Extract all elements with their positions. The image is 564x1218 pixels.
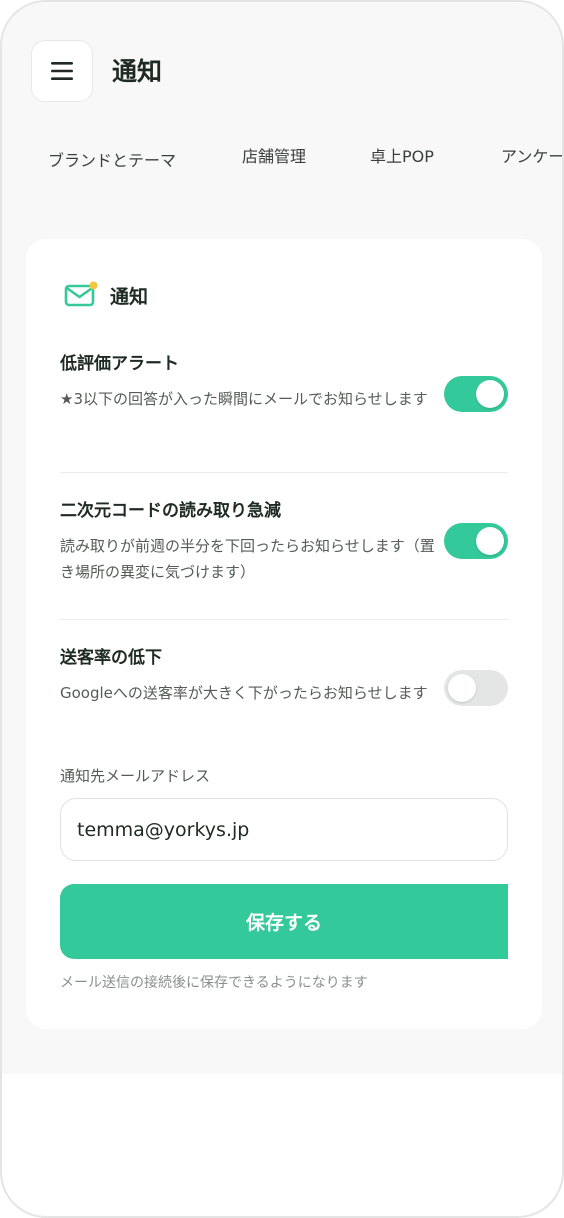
tab-store-management[interactable]: 店舗管理 xyxy=(242,146,306,168)
tab-table-pop[interactable]: 卓上POP xyxy=(370,146,434,168)
toggle-knob xyxy=(448,674,476,702)
setting-qr-scan-drop: 二次元コードの読み取り急減 読み取りが前週の半分を下回ったらお知らせします（置き… xyxy=(60,499,508,585)
setting-description: Googleへの送客率が大きく下がったらお知らせします xyxy=(60,684,428,702)
notification-card: 通知 低評価アラート ★3以下の回答が入った瞬間にメールでお知らせします 二次元… xyxy=(26,239,542,1029)
qr-scan-drop-toggle[interactable] xyxy=(444,523,508,559)
phone-frame: 通知 ブランドとテーマ 店舗管理 卓上POP アンケート 通知 低評価アラート … xyxy=(0,0,564,1218)
referral-rate-drop-toggle[interactable] xyxy=(444,670,508,706)
page-title: 通知 xyxy=(112,57,163,86)
setting-title: 送客率の低下 xyxy=(60,648,162,668)
divider xyxy=(60,472,508,473)
email-label: 通知先メールアドレス xyxy=(60,767,211,785)
tab-survey[interactable]: アンケート xyxy=(501,146,562,168)
tab-bar: ブランドとテーマ 店舗管理 卓上POP アンケート xyxy=(2,140,562,180)
save-note: メール送信の接続後に保存できるようになります xyxy=(60,975,368,991)
save-button[interactable]: 保存する xyxy=(60,884,508,959)
setting-description: ★3以下の回答が入った瞬間にメールでお知らせします xyxy=(60,390,428,408)
toggle-knob xyxy=(476,380,504,408)
tab-brand-theme[interactable]: ブランドとテーマ xyxy=(48,150,176,172)
setting-referral-rate-drop: 送客率の低下 Googleへの送客率が大きく下がったらお知らせします xyxy=(60,646,508,706)
email-input[interactable] xyxy=(60,798,508,861)
mail-icon xyxy=(64,281,98,307)
divider xyxy=(60,619,508,620)
setting-title: 低評価アラート xyxy=(60,354,179,374)
menu-button[interactable] xyxy=(31,40,93,102)
card-title: 通知 xyxy=(110,285,149,308)
setting-title: 二次元コードの読み取り急減 xyxy=(60,501,281,521)
toggle-knob xyxy=(476,527,504,555)
hamburger-menu-icon xyxy=(51,62,73,80)
card-header: 通知 xyxy=(64,280,148,310)
setting-low-rating-alert: 低評価アラート ★3以下の回答が入った瞬間にメールでお知らせします xyxy=(60,352,508,412)
setting-description: 読み取りが前週の半分を下回ったらお知らせします（置き場所の異変に気づけます） xyxy=(60,537,435,581)
low-rating-alert-toggle[interactable] xyxy=(444,376,508,412)
